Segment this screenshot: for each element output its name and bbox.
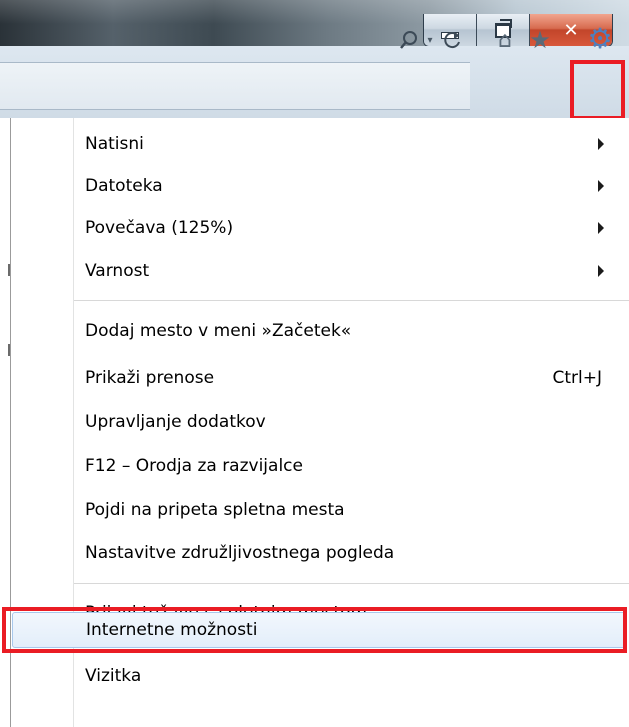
menu-item-print[interactable]: Natisni <box>11 124 629 164</box>
menu-item-label: Prikaži prenose <box>85 368 215 388</box>
menu-item-compatibility-view[interactable]: Nastavitve združljivostnega pogleda <box>11 533 629 573</box>
menu-item-zoom[interactable]: Povečava (125%) <box>11 208 629 248</box>
menu-item-label: Nastavitve združljivostnega pogleda <box>85 543 395 563</box>
menu-item-label: F12 – Orodja za razvijalce <box>85 456 303 476</box>
menu-item-internet-options[interactable]: Internetne možnosti <box>12 612 626 648</box>
menu-item-label: Datoteka <box>85 176 163 196</box>
submenu-arrow-icon <box>598 180 604 192</box>
menu-item-label: Varnost <box>85 261 150 281</box>
address-bar[interactable] <box>0 62 470 110</box>
menu-item-add-to-start[interactable]: Dodaj mesto v meni »Začetek« <box>11 311 629 351</box>
menu-item-label: Povečava (125%) <box>85 218 234 238</box>
favorites-star-icon[interactable]: ★ <box>528 26 552 54</box>
menu-item-label: Vizitka <box>85 666 142 686</box>
menu-item-manage-addons[interactable]: Upravljanje dodatkov <box>11 402 629 442</box>
refresh-icon[interactable] <box>442 28 464 52</box>
menu-item-label: Natisni <box>85 134 144 154</box>
tools-menu: Natisni Datoteka Povečava (125%) Varnost… <box>10 118 629 727</box>
menu-separator <box>74 300 629 301</box>
menu-item-label: Dodaj mesto v meni »Začetek« <box>85 321 352 341</box>
browser-toolbar <box>0 46 629 118</box>
menu-item-label: Pojdi na pripeta spletna mesta <box>85 500 345 520</box>
close-icon: ✕ <box>563 19 579 41</box>
chevron-down-icon[interactable]: ▾ <box>423 28 437 52</box>
menu-item-view-downloads[interactable]: Prikaži prenose Ctrl+J <box>11 358 629 398</box>
home-icon[interactable]: ⌂ <box>493 28 517 53</box>
page-edge <box>0 118 10 727</box>
menu-item-pinned-sites[interactable]: Pojdi na pripeta spletna mesta <box>11 490 629 530</box>
menu-separator <box>74 583 629 584</box>
submenu-arrow-icon <box>598 265 604 277</box>
submenu-arrow-icon <box>598 222 604 234</box>
menu-item-about[interactable]: Vizitka <box>11 656 629 696</box>
gear-icon[interactable]: ⚙ <box>583 22 617 55</box>
search-icon[interactable] <box>395 28 423 52</box>
menu-item-file[interactable]: Datoteka <box>11 166 629 206</box>
menu-item-safety[interactable]: Varnost <box>11 251 629 291</box>
menu-item-label: Upravljanje dodatkov <box>85 412 266 432</box>
menu-item-shortcut: Ctrl+J <box>552 368 602 388</box>
submenu-arrow-icon <box>598 138 604 150</box>
menu-item-label: Internetne možnosti <box>86 620 258 640</box>
menu-item-developer-tools[interactable]: F12 – Orodja za razvijalce <box>11 446 629 486</box>
